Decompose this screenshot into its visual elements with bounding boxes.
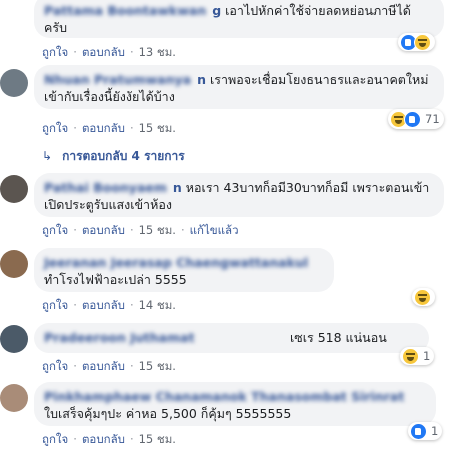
reaction-count: 1	[423, 349, 431, 363]
avatar[interactable]	[0, 69, 28, 97]
reaction-summary[interactable]	[412, 288, 435, 306]
comment-text: ใบเสร็จคุ้มๆปะ ค่าหอ 5,500 ก็คุ้มๆ 55555…	[44, 406, 292, 421]
comment-time[interactable]: 13 ชม.	[139, 45, 176, 59]
reply-link[interactable]: ตอบกลับ	[82, 298, 125, 312]
reaction-count: 71	[425, 112, 440, 126]
comment-bubble: Nhuan Pratumwanya n เราพอจะเชื่อมโยงธนาธร…	[34, 65, 444, 109]
comment-text: ทำโรงไฟฟ้าอะเปล่า 5555	[44, 272, 187, 287]
haha-reaction-icon	[414, 33, 431, 51]
reaction-summary[interactable]: 71	[388, 109, 444, 129]
reply-link[interactable]: ตอบกลับ	[82, 223, 125, 237]
avatar[interactable]	[0, 384, 28, 412]
like-link[interactable]: ถูกใจ	[42, 298, 68, 312]
like-link[interactable]: ถูกใจ	[42, 359, 68, 373]
avatar[interactable]	[0, 175, 28, 203]
like-reaction-icon	[410, 422, 427, 440]
reply-link[interactable]: ตอบกลับ	[82, 121, 125, 135]
comment-author[interactable]: Pradeeroon Juthamat	[44, 329, 284, 346]
comment-actions: ถูกใจ · ตอบกลับ · 15 ชม.	[42, 121, 176, 135]
reaction-count: 1	[431, 424, 439, 438]
view-replies-link[interactable]: ↳ การตอบกลับ 4 รายการ	[42, 147, 185, 166]
comment-time[interactable]: 15 ชม.	[139, 121, 176, 135]
comment-actions: ถูกใจ · ตอบกลับ · 14 ชม.	[42, 298, 176, 312]
comment-author[interactable]: Pattama Boontawkwan	[44, 2, 206, 19]
comment-bubble: Pattama Boontawkwan g เอาไปหักค่าใช้จ่ายล…	[34, 0, 444, 38]
haha-reaction-icon	[414, 288, 431, 306]
like-link[interactable]: ถูกใจ	[42, 45, 68, 59]
comment-bubble: Pinkhamphaew Chanamanok Thanasombat Siri…	[34, 382, 436, 426]
reaction-summary[interactable]: 1	[400, 347, 435, 365]
reply-arrow-icon: ↳	[42, 149, 53, 163]
comment-author[interactable]: Jeeranan Jeerasap Chaengwattanakul	[44, 254, 308, 271]
reply-link[interactable]: ตอบกลับ	[82, 359, 125, 373]
like-link[interactable]: ถูกใจ	[42, 223, 68, 237]
comment-time[interactable]: 15 ชม.	[139, 359, 176, 373]
reply-link[interactable]: ตอบกลับ	[82, 45, 125, 59]
avatar[interactable]	[0, 250, 28, 278]
comment-time[interactable]: 15 ชม.	[139, 223, 176, 237]
comment-bubble: Pradeeroon Juthamat เซเร 518 แน่นอน	[34, 323, 429, 353]
comment-bubble: Jeeranan Jeerasap Chaengwattanakulทำโรงไ…	[34, 248, 334, 292]
haha-reaction-icon	[402, 347, 419, 365]
reaction-summary[interactable]	[398, 33, 435, 51]
comment-actions: ถูกใจ · ตอบกลับ · 13 ชม.	[42, 45, 176, 59]
comment-time[interactable]: 15 ชม.	[139, 432, 176, 446]
reaction-summary[interactable]: 1	[408, 422, 443, 440]
like-link[interactable]: ถูกใจ	[42, 432, 68, 446]
comment-author[interactable]: Nhuan Pratumwanya	[44, 71, 191, 88]
like-link[interactable]: ถูกใจ	[42, 121, 68, 135]
comment-author[interactable]: Pathai Boonyaem	[44, 179, 167, 196]
reply-link[interactable]: ตอบกลับ	[82, 432, 125, 446]
comment-bubble: Pathai Boonyaem n หอเรา 43บาทก็อมี30บาทก็…	[34, 173, 444, 217]
comment-actions: ถูกใจ · ตอบกลับ · 15 ชม.	[42, 432, 176, 446]
like-reaction-icon	[404, 110, 421, 128]
comment-author[interactable]: Pinkhamphaew Chanamanok Thanasombat Siri…	[44, 388, 404, 405]
edited-label[interactable]: แก้ไขแล้ว	[190, 223, 239, 237]
comment-actions: ถูกใจ · ตอบกลับ · 15 ชม. · แก้ไขแล้ว	[42, 223, 239, 237]
comment-time[interactable]: 14 ชม.	[139, 298, 176, 312]
avatar[interactable]	[0, 325, 28, 353]
comment-text: เซเร 518 แน่นอน	[290, 330, 387, 345]
comment-actions: ถูกใจ · ตอบกลับ · 15 ชม.	[42, 359, 176, 373]
